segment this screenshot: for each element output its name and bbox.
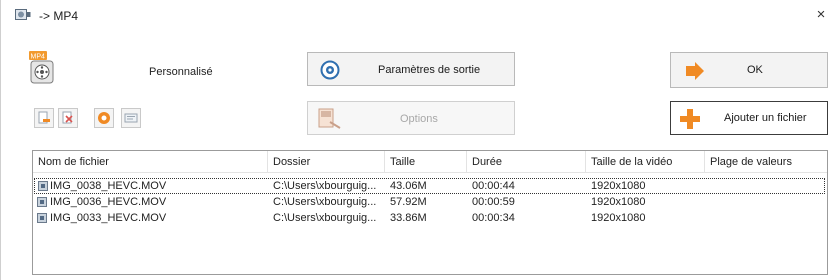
cell-folder: C:\Users\xbourguig... [273,180,377,192]
video-file-icon [37,213,47,223]
app-icon [15,9,31,20]
table-row[interactable]: IMG_0036_HEVC.MOV C:\Users\xbourguig... … [33,194,827,210]
table-row[interactable]: IMG_0038_HEVC.MOV C:\Users\xbourguig... … [34,178,825,194]
cell-size: 43.06M [390,180,427,192]
output-settings-label: Paramètres de sortie [378,64,481,76]
column-header-duration[interactable]: Durée [467,151,586,173]
close-icon[interactable]: × [811,6,831,24]
cell-video-size: 1920x1080 [591,196,646,208]
video-file-icon [37,197,47,207]
remove-file-button[interactable] [34,108,54,128]
plus-icon [680,109,700,129]
profile-label: Personnalisé [149,66,213,78]
table-row[interactable]: IMG_0033_HEVC.MOV C:\Users\xbourguig... … [33,210,827,226]
converter-dialog: -> MP4 × MP4 Personnalisé Paramètres de … [0,0,840,280]
mp4-film-icon: MP4 [29,51,54,84]
ok-button[interactable]: OK [670,52,828,88]
clear-list-button[interactable] [58,108,78,128]
view-icon [124,113,138,123]
ok-label: OK [747,64,763,76]
column-header-filename[interactable]: Nom de fichier [33,151,268,173]
column-header-size[interactable]: Taille [385,151,467,173]
cell-value-range [710,194,810,210]
view-button[interactable] [121,108,141,128]
play-button[interactable] [94,108,114,128]
remove-file-icon [38,111,50,124]
add-file-label: Ajouter un fichier [724,112,807,124]
svg-text:MP4: MP4 [31,54,46,61]
output-settings-button[interactable]: Paramètres de sortie [307,52,515,86]
cell-video-size: 1920x1080 [591,212,646,224]
cell-duration: 00:00:59 [472,196,515,208]
cell-filename: IMG_0036_HEVC.MOV [50,196,167,208]
file-list-header: Nom de fichier Dossier Taille Durée Tail… [33,151,827,173]
cell-duration: 00:00:34 [472,212,515,224]
column-header-folder[interactable]: Dossier [268,151,385,173]
cell-size: 57.92M [390,196,427,208]
options-button[interactable]: Options [307,101,515,135]
column-header-value-range[interactable]: Plage de valeurs [705,151,827,173]
window-title: -> MP4 [39,9,79,23]
film-options-icon [318,108,341,129]
cell-value-range [710,178,810,194]
cell-filename: IMG_0033_HEVC.MOV [50,212,167,224]
cell-filename: IMG_0038_HEVC.MOV [50,180,167,192]
cell-duration: 00:00:44 [472,180,515,192]
cell-video-size: 1920x1080 [591,180,646,192]
cell-value-range [710,210,810,226]
settings-gear-icon [320,60,340,80]
cell-folder: C:\Users\xbourguig... [273,196,377,208]
clear-list-icon [62,111,73,124]
options-label: Options [400,113,438,125]
file-list[interactable]: Nom de fichier Dossier Taille Durée Tail… [32,150,828,275]
arrow-right-icon [686,62,704,80]
add-file-button[interactable]: Ajouter un fichier [670,101,828,135]
cell-folder: C:\Users\xbourguig... [273,212,377,224]
column-header-video-size[interactable]: Taille de la vidéo [586,151,705,173]
title-bar: -> MP4 × [1,0,840,30]
cell-size: 33.86M [390,212,427,224]
play-icon [98,112,110,124]
video-file-icon [38,181,48,191]
